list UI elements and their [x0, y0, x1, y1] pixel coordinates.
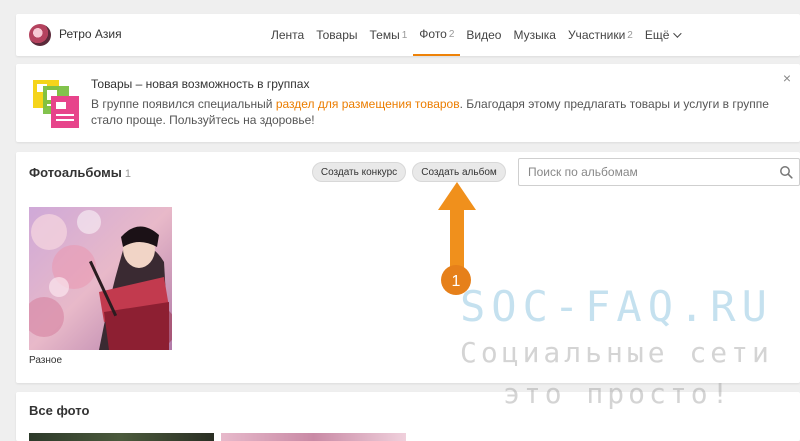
photo-thumbnail[interactable]	[29, 433, 214, 441]
tab-video[interactable]: Видео	[460, 14, 507, 56]
watermark-site: SOC-FAQ.RU	[460, 282, 773, 331]
album-title[interactable]: Разное	[29, 355, 62, 366]
create-album-button[interactable]: Создать альбом	[412, 162, 506, 182]
all-photos-title: Все фото	[29, 403, 90, 418]
tutorial-arrow: 1	[438, 182, 476, 295]
tab-label: Товары	[316, 28, 358, 42]
tab-label: Музыка	[513, 28, 556, 42]
group-avatar[interactable]	[29, 24, 51, 46]
albums-title-text: Фотоальбомы	[29, 165, 122, 180]
group-nav-tabs: Лента Товары Темы 1 Фото 2 Видео Музыка Уч…	[265, 14, 685, 56]
tab-photos[interactable]: Фото 2	[413, 14, 461, 56]
album-search-input[interactable]	[528, 159, 768, 185]
promo-text-start: В группе появился специальный	[91, 97, 276, 111]
tab-count: 2	[448, 28, 455, 40]
tab-label: Фото	[419, 27, 447, 41]
tab-count: 2	[627, 29, 633, 41]
promo-title: Товары – новая возможность в группах	[91, 77, 310, 91]
close-icon[interactable]: ×	[780, 70, 794, 86]
tab-feed[interactable]: Лента	[265, 14, 310, 56]
products-section-link[interactable]: раздел для размещения товаров	[276, 97, 460, 111]
tab-label: Ещё	[644, 28, 670, 42]
album-cover[interactable]	[29, 207, 172, 350]
tab-music[interactable]: Музыка	[507, 14, 561, 56]
tab-products[interactable]: Товары	[310, 14, 363, 56]
tab-members[interactable]: Участники 2	[562, 14, 639, 56]
albums-count: 1	[124, 168, 131, 180]
create-contest-button[interactable]: Создать конкурс	[312, 162, 406, 182]
tab-label: Темы	[369, 28, 400, 42]
products-promo-banner: Товары – новая возможность в группах В г…	[16, 64, 800, 142]
watermark-tagline-2: это просто!	[503, 377, 733, 410]
shop-tags-icon	[33, 80, 79, 128]
tab-topics[interactable]: Темы 1	[364, 14, 414, 56]
albums-title: Фотоальбомы 1	[29, 165, 131, 180]
tab-count: 1	[401, 29, 408, 41]
promo-text: В группе появился специальный раздел для…	[91, 96, 781, 128]
tab-label: Лента	[271, 28, 305, 42]
album-search	[518, 158, 800, 186]
photo-thumbnail[interactable]	[221, 433, 406, 441]
tab-more[interactable]: Ещё	[639, 14, 686, 56]
group-name[interactable]: Ретро Азия	[59, 27, 122, 41]
search-icon[interactable]	[779, 165, 793, 179]
chevron-down-icon	[673, 29, 683, 38]
album-cover-image	[29, 207, 172, 350]
group-top-nav: Ретро Азия Лента Товары Темы 1 Фото 2 Виде…	[16, 14, 800, 56]
tab-label: Видео	[466, 28, 502, 42]
watermark-tagline-1: Социальные сети	[460, 336, 773, 369]
tab-label: Участники	[567, 28, 626, 42]
